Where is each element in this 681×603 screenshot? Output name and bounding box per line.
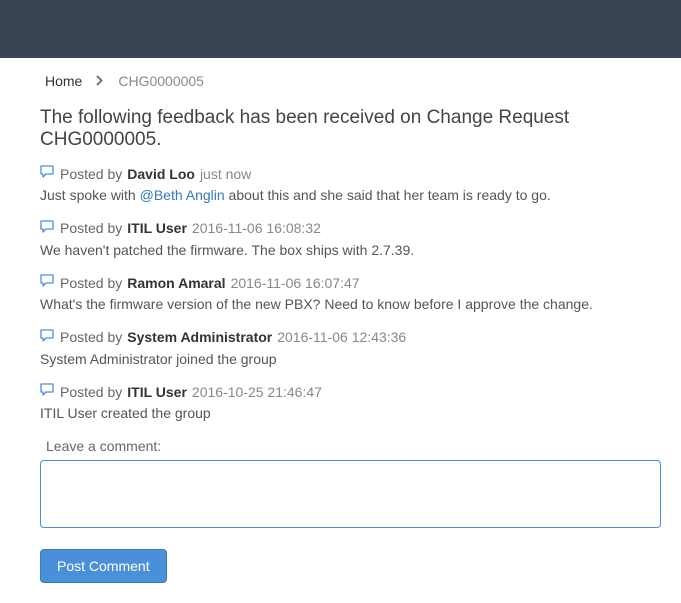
comment-header: Posted by David Loo just now bbox=[40, 165, 661, 182]
comment-item: Posted by David Loo just now Just spoke … bbox=[40, 165, 661, 206]
comment-item: Posted by ITIL User 2016-10-25 21:46:47 … bbox=[40, 383, 661, 424]
comment-icon bbox=[40, 329, 55, 346]
comment-input-label: Leave a comment: bbox=[46, 438, 661, 454]
comment-author[interactable]: System Administrator bbox=[127, 329, 272, 345]
comment-timestamp: 2016-10-25 21:46:47 bbox=[192, 384, 322, 400]
comment-author[interactable]: David Loo bbox=[127, 166, 195, 182]
comment-item: Posted by Ramon Amaral 2016-11-06 16:07:… bbox=[40, 274, 661, 315]
header-bar bbox=[0, 0, 681, 58]
comment-icon bbox=[40, 165, 55, 182]
content-area: Home CHG0000005 The following feedback h… bbox=[0, 58, 681, 603]
comment-form: Leave a comment: Post Comment bbox=[40, 438, 661, 583]
comment-text: about this and she said that her team is… bbox=[225, 187, 551, 203]
comment-body: Just spoke with @Beth Anglin about this … bbox=[40, 186, 661, 206]
posted-by-label: Posted by bbox=[60, 384, 122, 400]
comment-input[interactable] bbox=[40, 460, 661, 528]
comment-body: ITIL User created the group bbox=[40, 404, 661, 424]
comment-timestamp: 2016-11-06 16:08:32 bbox=[192, 220, 321, 236]
comment-header: Posted by System Administrator 2016-11-0… bbox=[40, 329, 661, 346]
comment-body: What's the firmware version of the new P… bbox=[40, 295, 661, 315]
comment-icon bbox=[40, 274, 55, 291]
breadcrumb-home[interactable]: Home bbox=[45, 73, 82, 89]
posted-by-label: Posted by bbox=[60, 166, 122, 182]
posted-by-label: Posted by bbox=[60, 220, 122, 236]
comment-header: Posted by Ramon Amaral 2016-11-06 16:07:… bbox=[40, 274, 661, 291]
breadcrumb: Home CHG0000005 bbox=[45, 73, 661, 89]
mention-link[interactable]: @Beth Anglin bbox=[140, 187, 225, 203]
comment-timestamp: 2016-11-06 16:07:47 bbox=[231, 275, 360, 291]
chevron-right-icon bbox=[96, 73, 104, 89]
posted-by-label: Posted by bbox=[60, 275, 122, 291]
comment-header: Posted by ITIL User 2016-11-06 16:08:32 bbox=[40, 220, 661, 237]
post-comment-button[interactable]: Post Comment bbox=[40, 549, 167, 583]
comment-text: Just spoke with bbox=[40, 187, 140, 203]
comment-body: We haven't patched the firmware. The box… bbox=[40, 241, 661, 261]
comment-timestamp: 2016-11-06 12:43:36 bbox=[277, 329, 406, 345]
comment-timestamp: just now bbox=[200, 166, 251, 182]
breadcrumb-current: CHG0000005 bbox=[118, 73, 204, 89]
comment-icon bbox=[40, 383, 55, 400]
posted-by-label: Posted by bbox=[60, 329, 122, 345]
page-title: The following feedback has been received… bbox=[40, 107, 661, 151]
comment-body: System Administrator joined the group bbox=[40, 350, 661, 370]
comment-author[interactable]: ITIL User bbox=[127, 220, 187, 236]
comment-item: Posted by System Administrator 2016-11-0… bbox=[40, 329, 661, 370]
comment-author[interactable]: ITIL User bbox=[127, 384, 187, 400]
comment-icon bbox=[40, 220, 55, 237]
comment-item: Posted by ITIL User 2016-11-06 16:08:32 … bbox=[40, 220, 661, 261]
comment-header: Posted by ITIL User 2016-10-25 21:46:47 bbox=[40, 383, 661, 400]
comment-author[interactable]: Ramon Amaral bbox=[127, 275, 225, 291]
